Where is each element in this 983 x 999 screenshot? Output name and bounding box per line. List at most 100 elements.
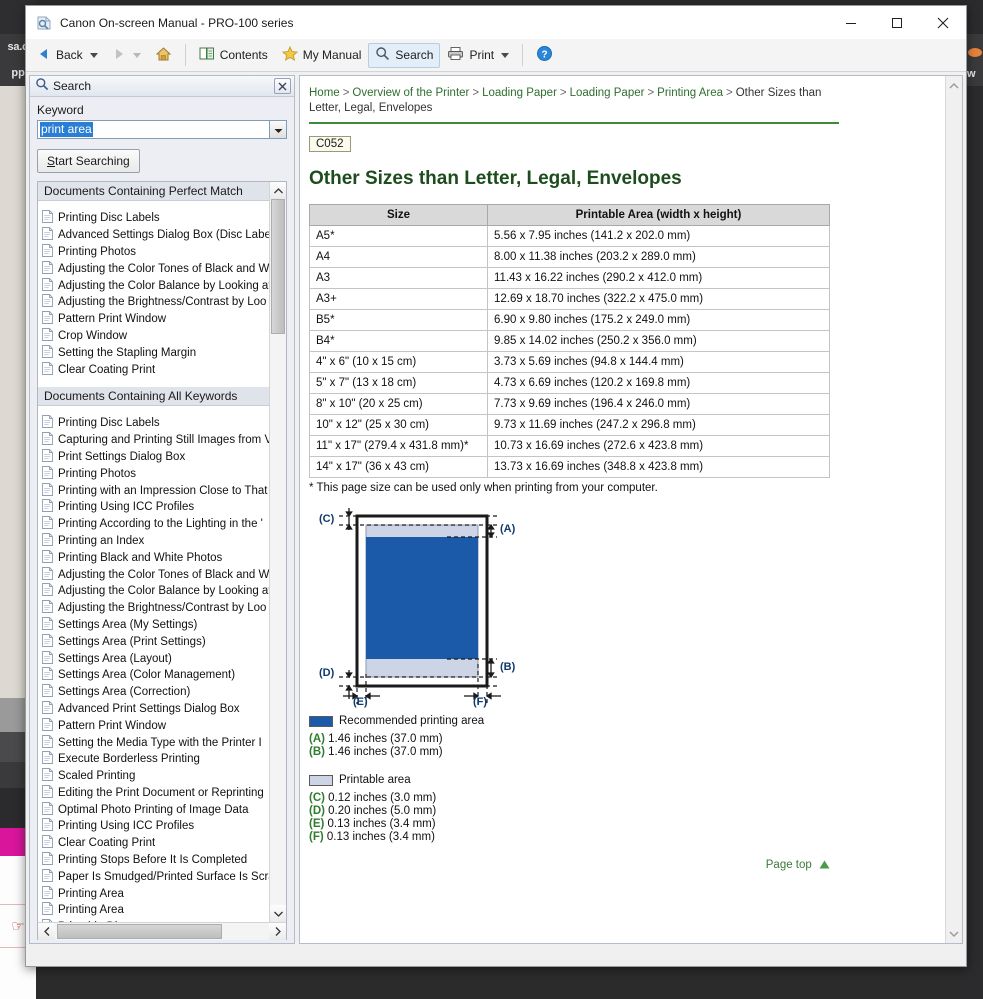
- breadcrumb-item[interactable]: Printing Area: [657, 87, 723, 99]
- list-item[interactable]: Clear Coating Print: [38, 835, 269, 852]
- background-right-tab: w: [967, 34, 983, 86]
- list-item[interactable]: Capturing and Printing Still Images from…: [38, 432, 269, 449]
- scroll-right-icon[interactable]: [269, 923, 286, 940]
- maximize-button[interactable]: [874, 6, 920, 39]
- list-item[interactable]: Print Settings Dialog Box: [38, 449, 269, 466]
- search-results-list[interactable]: Documents Containing Perfect Match Printi…: [38, 182, 269, 922]
- list-item[interactable]: Printing Black and White Photos: [38, 549, 269, 566]
- content-scroll-up-icon[interactable]: [946, 76, 962, 94]
- document-icon: [42, 278, 53, 294]
- list-item[interactable]: Editing the Print Document or Reprinting: [38, 785, 269, 802]
- list-item[interactable]: Printing Using ICC Profiles: [38, 818, 269, 835]
- list-item[interactable]: Pattern Print Window: [38, 311, 269, 328]
- list-item[interactable]: Adjusting the Color Balance by Looking a…: [38, 583, 269, 600]
- list-item[interactable]: Settings Area (Print Settings): [38, 633, 269, 650]
- minimize-button[interactable]: [828, 6, 874, 39]
- list-item[interactable]: Advanced Settings Dialog Box (Disc Label: [38, 227, 269, 244]
- list-item[interactable]: Printing with an Impression Close to Tha…: [38, 482, 269, 499]
- list-item[interactable]: Printing Area: [38, 885, 269, 902]
- printable-measurement-row: (F) 0.13 inches (3.4 mm): [309, 831, 931, 843]
- list-item[interactable]: Scaled Printing: [38, 768, 269, 785]
- contents-button[interactable]: Contents: [192, 43, 275, 68]
- breadcrumb[interactable]: Home>Overview of the Printer>Loading Pap…: [309, 86, 839, 124]
- list-item[interactable]: Adjusting the Brightness/Contrast by Loo: [38, 294, 269, 311]
- column-header-printable-area: Printable Area (width x height): [488, 205, 830, 226]
- scroll-down-icon[interactable]: [270, 905, 286, 922]
- back-dropdown-icon[interactable]: [90, 53, 98, 58]
- table-row: 4" x 6" (10 x 15 cm)3.73 x 5.69 inches (…: [310, 352, 830, 373]
- list-item[interactable]: Printing Area: [38, 902, 269, 919]
- forward-arrow-icon: [112, 47, 126, 64]
- keyword-label: Keyword: [37, 103, 287, 117]
- list-item[interactable]: Settings Area (Layout): [38, 650, 269, 667]
- results-hscroll-thumb[interactable]: [57, 924, 222, 939]
- print-button[interactable]: Print: [440, 43, 516, 68]
- start-searching-button[interactable]: Start Searching: [37, 149, 140, 173]
- list-item[interactable]: Adjusting the Color Tones of Black and W: [38, 260, 269, 277]
- list-item[interactable]: Advanced Print Settings Dialog Box: [38, 701, 269, 718]
- document-icon: [42, 244, 53, 260]
- my-manual-button[interactable]: My Manual: [275, 43, 369, 68]
- diagram-label-b: (B): [500, 661, 515, 673]
- list-item[interactable]: Settings Area (Correction): [38, 684, 269, 701]
- content-scroll-down-icon[interactable]: [946, 925, 962, 943]
- list-item[interactable]: Printing Disc Labels: [38, 415, 269, 432]
- list-item[interactable]: Printing Disc Labels: [38, 210, 269, 227]
- list-item[interactable]: Pattern Print Window: [38, 717, 269, 734]
- breadcrumb-item[interactable]: Home: [309, 87, 340, 99]
- list-item[interactable]: Adjusting the Brightness/Contrast by Loo: [38, 600, 269, 617]
- page-top-link[interactable]: Page top: [309, 859, 830, 871]
- content-scroll-track[interactable]: [946, 94, 962, 925]
- keyword-combobox[interactable]: print area: [37, 120, 287, 139]
- list-item[interactable]: Paper Is Smudged/Printed Surface Is Scra: [38, 868, 269, 885]
- list-item[interactable]: Printing Stops Before It Is Completed: [38, 852, 269, 869]
- scroll-left-icon[interactable]: [38, 923, 55, 940]
- list-item-label: Setting the Stapling Margin: [58, 347, 196, 359]
- recommended-measurement-row: (B) 1.46 inches (37.0 mm): [309, 746, 931, 758]
- list-item[interactable]: Printing Photos: [38, 465, 269, 482]
- print-dropdown-icon[interactable]: [501, 53, 509, 58]
- results-scroll-track[interactable]: [270, 199, 286, 905]
- list-item[interactable]: Settings Area (Color Management): [38, 667, 269, 684]
- results-group-spacer: [38, 201, 269, 210]
- keyword-dropdown-button[interactable]: [269, 120, 287, 139]
- search-panel-close-button[interactable]: [274, 78, 291, 94]
- printable-color-swatch: [309, 775, 333, 786]
- close-button[interactable]: [920, 6, 966, 39]
- content-vertical-scrollbar[interactable]: [945, 76, 962, 943]
- results-vertical-scrollbar[interactable]: [269, 182, 286, 922]
- search-button[interactable]: Search: [368, 43, 440, 68]
- keyword-input[interactable]: print area: [37, 120, 269, 139]
- breadcrumb-item[interactable]: Loading Paper: [570, 87, 645, 99]
- list-item[interactable]: Crop Window: [38, 328, 269, 345]
- list-item[interactable]: Printing According to the Lighting in th…: [38, 516, 269, 533]
- list-item[interactable]: Adjusting the Color Tones of Black and W: [38, 566, 269, 583]
- back-button[interactable]: Back: [30, 43, 105, 68]
- home-button[interactable]: [148, 43, 179, 68]
- list-item[interactable]: Optimal Photo Printing of Image Data: [38, 801, 269, 818]
- list-item[interactable]: Setting the Media Type with the Printer …: [38, 734, 269, 751]
- list-item[interactable]: Adjusting the Color Balance by Looking a…: [38, 277, 269, 294]
- results-horizontal-scrollbar[interactable]: [38, 922, 286, 939]
- document-icon: [42, 483, 53, 499]
- list-item[interactable]: Setting the Stapling Margin: [38, 344, 269, 361]
- help-button[interactable]: ?: [529, 43, 560, 68]
- svg-text:?: ?: [542, 49, 548, 60]
- forward-button[interactable]: [105, 43, 148, 68]
- my-manual-label: My Manual: [303, 48, 362, 62]
- list-item[interactable]: Clear Coating Print: [38, 361, 269, 378]
- results-scroll-thumb[interactable]: [271, 199, 285, 334]
- scroll-up-icon[interactable]: [270, 182, 286, 199]
- list-item[interactable]: Execute Borderless Printing: [38, 751, 269, 768]
- list-item[interactable]: Settings Area (My Settings): [38, 617, 269, 634]
- results-group-header: Documents Containing Perfect Match: [38, 182, 269, 201]
- list-item-label: Advanced Print Settings Dialog Box: [58, 703, 240, 715]
- breadcrumb-item[interactable]: Loading Paper: [482, 87, 557, 99]
- forward-dropdown-icon[interactable]: [133, 53, 141, 58]
- window-title: Canon On-screen Manual - PRO-100 series: [60, 16, 293, 30]
- results-hscroll-track[interactable]: [55, 923, 269, 940]
- list-item[interactable]: Printing an Index: [38, 533, 269, 550]
- list-item[interactable]: Printing Using ICC Profiles: [38, 499, 269, 516]
- breadcrumb-item[interactable]: Overview of the Printer: [352, 87, 469, 99]
- list-item[interactable]: Printing Photos: [38, 244, 269, 261]
